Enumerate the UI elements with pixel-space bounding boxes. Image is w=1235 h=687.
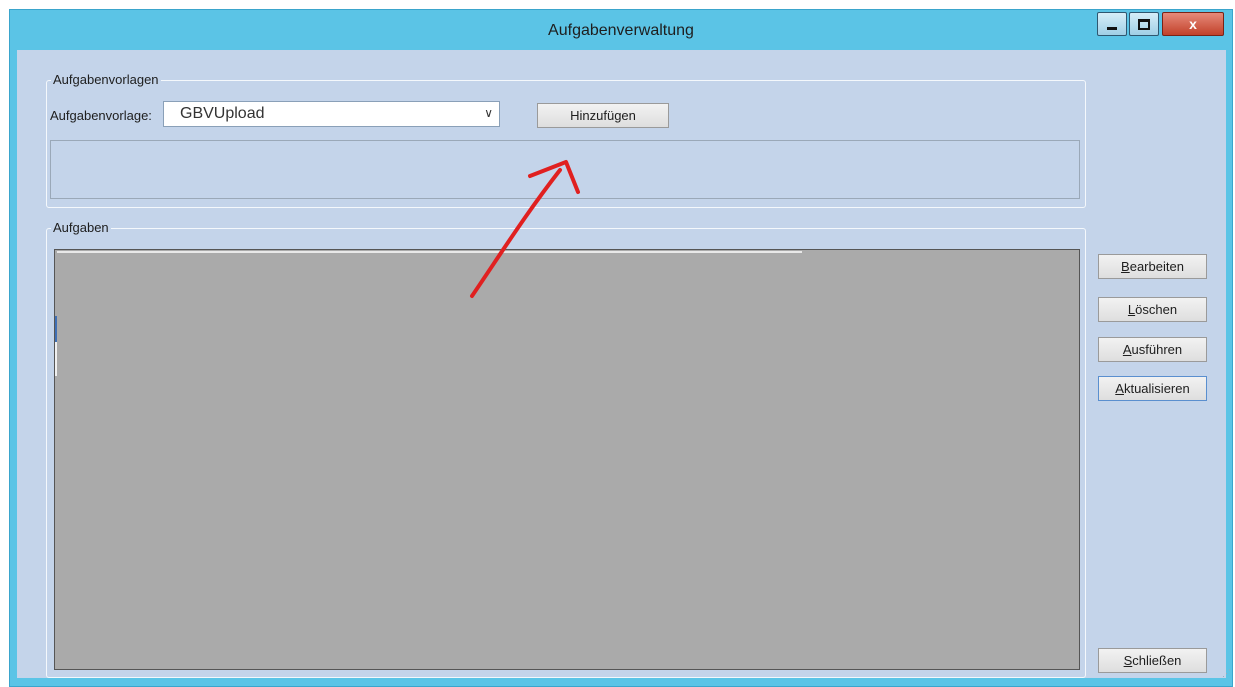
refresh-button[interactable]: Aktualisieren — [1098, 376, 1207, 401]
title-bar[interactable]: Aufgabenverwaltung x — [10, 10, 1232, 50]
template-description-box — [50, 140, 1080, 199]
close-icon: x — [1189, 16, 1197, 32]
main-window: Aufgabenverwaltung x Aufgabenvorlagen Au… — [9, 9, 1233, 687]
minimize-icon — [1107, 26, 1117, 30]
close-button[interactable]: Schließen — [1098, 648, 1207, 673]
refresh-button-label: ktualisieren — [1123, 381, 1190, 396]
delete-button[interactable]: Löschen — [1098, 297, 1207, 322]
templates-group-label: Aufgabenvorlagen — [51, 72, 161, 87]
close-window-button[interactable]: x — [1162, 12, 1224, 36]
chevron-down-icon[interactable]: ∨ — [484, 106, 493, 120]
resize-grip-icon[interactable]: ⋰ — [1222, 668, 1232, 678]
refresh-button-mnemonic: A — [1115, 381, 1124, 396]
tasks-grid[interactable] — [54, 249, 1080, 670]
delete-button-mnemonic: L — [1127, 302, 1136, 317]
edit-button-mnemonic: B — [1121, 259, 1130, 274]
run-button-mnemonic: A — [1122, 342, 1132, 357]
window-title: Aufgabenverwaltung — [548, 22, 694, 39]
template-select[interactable]: GBVUpload ∨ — [163, 101, 500, 127]
delete-button-label: öschen — [1135, 302, 1178, 317]
client-area: Aufgabenvorlagen Aufgabenvorlage: GBVUpl… — [17, 50, 1231, 678]
run-button-label: usführen — [1131, 342, 1183, 357]
template-select-value: GBVUpload — [180, 105, 265, 122]
add-button[interactable]: Hinzufügen — [537, 103, 669, 128]
maximize-button[interactable] — [1129, 12, 1159, 36]
run-button[interactable]: Ausführen — [1098, 337, 1207, 362]
template-field-label: Aufgabenvorlage: — [50, 108, 152, 123]
edit-button[interactable]: Bearbeiten — [1098, 254, 1207, 279]
edit-button-label: earbeiten — [1129, 259, 1184, 274]
close-button-label: chließen — [1132, 653, 1182, 668]
grid-header-line — [57, 251, 802, 253]
grid-row-marker — [55, 316, 57, 342]
close-button-mnemonic: S — [1123, 653, 1133, 668]
maximize-icon — [1138, 18, 1150, 30]
tasks-group-label: Aufgaben — [51, 220, 111, 235]
minimize-button[interactable] — [1097, 12, 1127, 36]
